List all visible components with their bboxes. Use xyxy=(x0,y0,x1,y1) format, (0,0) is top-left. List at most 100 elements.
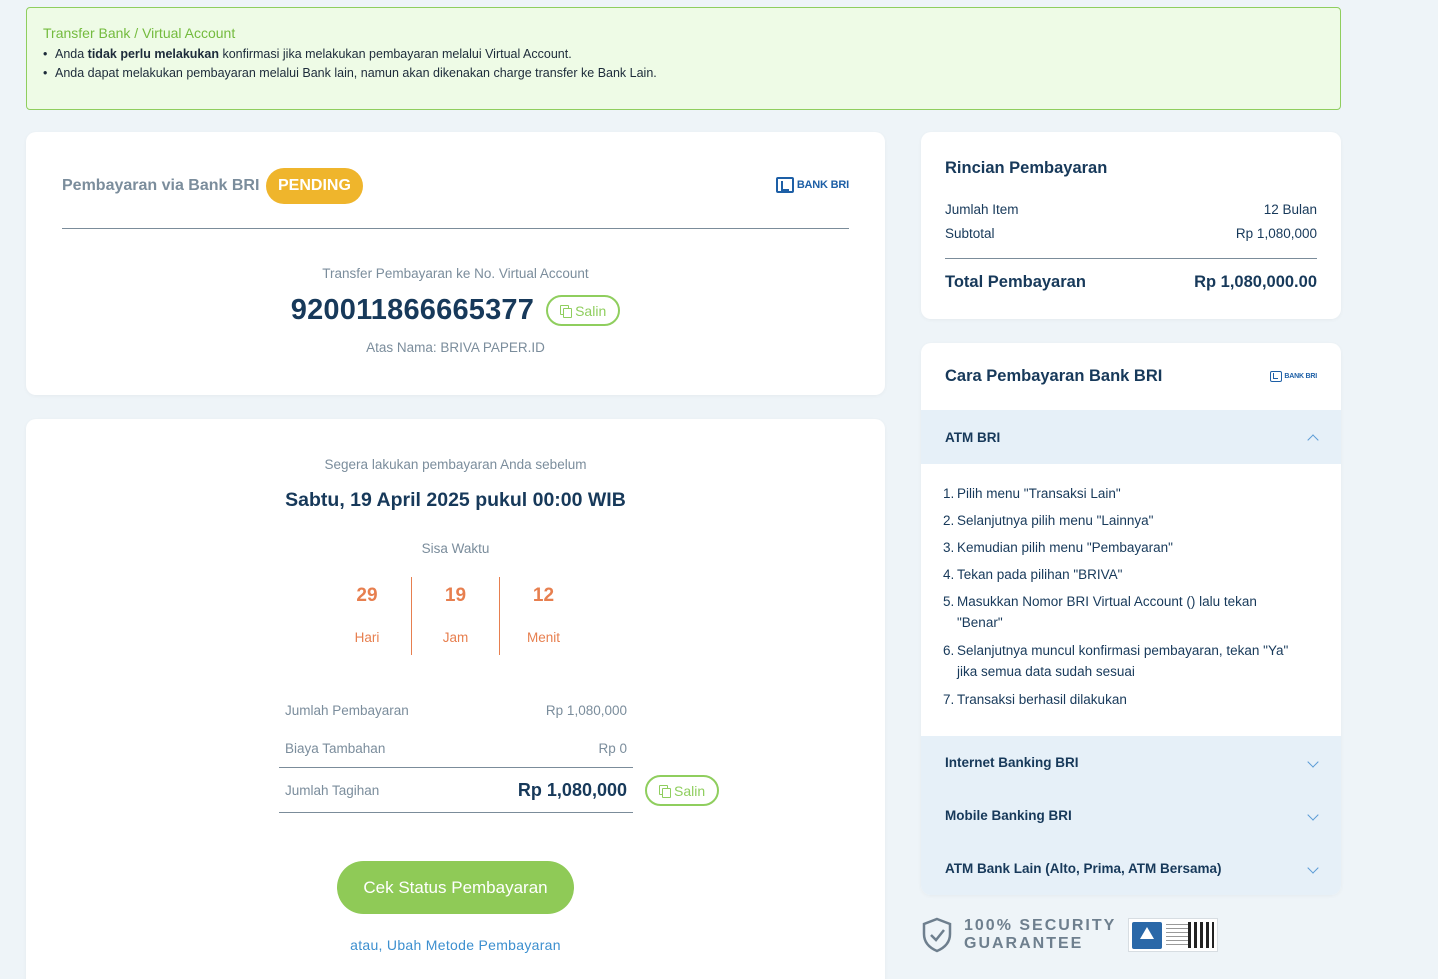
step-text: Pilih menu "Transaksi Lain" xyxy=(957,486,1121,501)
step-text: Masukkan Nomor BRI Virtual Account () la… xyxy=(957,594,1257,630)
countdown-value: 12 xyxy=(532,585,555,606)
countdown-hours: 19 Jam xyxy=(411,577,499,655)
copy-icon xyxy=(560,304,573,318)
copy-va-button[interactable]: Salin xyxy=(546,295,621,326)
atm-steps-list: 1. Pilih menu "Transaksi Lain" 2. Selanjut… xyxy=(943,483,1305,710)
va-number-row: 920011866665377 Salin xyxy=(26,294,885,327)
accordion-label: Mobile Banking BRI xyxy=(945,808,1072,823)
total-label: Total Pembayaran xyxy=(945,273,1086,291)
details-value: Rp 1,080,000 xyxy=(1235,226,1317,241)
divider xyxy=(945,258,1317,259)
payment-method-title: Pembayaran via Bank BRI xyxy=(62,177,260,194)
payment-details-card: Rincian Pembayaran Jumlah Item 12 Bulan … xyxy=(921,132,1341,319)
step-item: 5. Masukkan Nomor BRI Virtual Account () … xyxy=(943,591,1305,633)
summary-row: Jumlah Pembayaran Rp 1,080,000 xyxy=(279,691,633,729)
countdown-unit: Jam xyxy=(442,630,469,645)
step-text: Selanjutnya pilih menu "Lainnya" xyxy=(957,513,1154,528)
certificate-text-graphic xyxy=(1166,924,1191,948)
copy-amount-button[interactable]: Salin xyxy=(645,775,720,806)
security-guarantee: 100% SECURITY GUARANTEE xyxy=(921,917,1219,953)
chevron-down-icon xyxy=(1307,811,1317,821)
details-row: Subtotal Rp 1,080,000 xyxy=(945,226,1317,241)
notice-item: Anda dapat melakukan pembayaran melalui … xyxy=(43,64,1324,83)
countdown-value: 19 xyxy=(444,585,467,606)
va-label: Transfer Pembayaran ke No. Virtual Accou… xyxy=(322,266,589,281)
summary-label: Jumlah Pembayaran xyxy=(285,702,409,718)
summary-label: Biaya Tambahan xyxy=(285,740,386,756)
step-item: 4. Tekan pada pilihan "BRIVA" xyxy=(943,564,1305,585)
copy-icon xyxy=(659,784,671,798)
security-line: GUARANTEE xyxy=(964,935,1084,952)
total-value: Rp 1,080,000.00 xyxy=(1194,273,1317,291)
notice-title: Transfer Bank / Virtual Account xyxy=(43,25,236,41)
deadline-label: Segera lakukan pembayaran Anda sebelum xyxy=(324,457,587,472)
pci-certificate-badge xyxy=(1128,918,1219,952)
notice-bold-text: tidak perlu melakukan xyxy=(87,47,219,61)
qr-code-icon xyxy=(1188,922,1215,948)
bri-logo-icon xyxy=(1270,371,1283,382)
payment-summary-table: Jumlah Pembayaran Rp 1,080,000 Biaya Tam… xyxy=(279,691,633,813)
remaining-time-label: Sisa Waktu xyxy=(421,541,490,556)
bank-bri-logo: BANK BRI xyxy=(1270,371,1317,382)
deadline-card: Segera lakukan pembayaran Anda sebelum S… xyxy=(26,419,885,979)
summary-total-row: Jumlah Tagihan Rp 1,080,000 xyxy=(279,768,633,813)
countdown-minutes: 12 Menit xyxy=(499,577,587,655)
summary-total-amount: Rp 1,080,000 xyxy=(517,779,627,800)
accordion-label: ATM Bank Lain (Alto, Prima, ATM Bersama) xyxy=(945,861,1222,876)
notice-text: Anda dapat melakukan pembayaran melalui … xyxy=(55,66,657,80)
details-label: Subtotal xyxy=(945,226,995,241)
summary-amount: Rp 1,080,000 xyxy=(545,702,627,718)
step-text: Kemudian pilih menu "Pembayaran" xyxy=(957,540,1173,555)
instructions-header: Cara Pembayaran Bank BRI BANK BRI xyxy=(945,367,1317,386)
change-method-link[interactable]: atau, Ubah Metode Pembayaran xyxy=(26,937,885,953)
details-row: Jumlah Item 12 Bulan xyxy=(945,202,1317,217)
accordion-label: ATM BRI xyxy=(945,429,1001,445)
bank-logo-text: BANK BRI xyxy=(796,179,849,191)
status-badge: PENDING xyxy=(266,168,363,204)
notice-text: Anda xyxy=(55,47,88,61)
countdown-unit: Hari xyxy=(354,630,380,645)
details-title: Rincian Pembayaran xyxy=(945,159,1108,177)
details-value: 12 Bulan xyxy=(1263,202,1317,217)
step-text: Transaksi berhasil dilakukan xyxy=(957,692,1127,707)
accordion-mobile-banking[interactable]: Mobile Banking BRI xyxy=(921,789,1341,842)
notice-text: konfirmasi jika melakukan pembayaran mel… xyxy=(218,47,572,61)
copy-label: Salin xyxy=(575,302,607,319)
deadline-date: Sabtu, 19 April 2025 pukul 00:00 WIB xyxy=(285,489,626,511)
countdown-days: 29 Hari xyxy=(323,577,411,655)
chevron-down-icon xyxy=(1307,864,1317,874)
step-item: 2. Selanjutnya pilih menu "Lainnya" xyxy=(943,510,1305,531)
step-item: 3. Kemudian pilih menu "Pembayaran" xyxy=(943,537,1305,558)
security-line: 100% SECURITY xyxy=(964,917,1117,934)
summary-row: Biaya Tambahan Rp 0 xyxy=(279,729,633,768)
notice-list: Anda tidak perlu melakukan konfirmasi ji… xyxy=(43,45,1324,83)
bank-logo-text: BANK BRI xyxy=(1284,373,1317,380)
check-status-button[interactable]: Cek Status Pembayaran xyxy=(337,861,574,914)
accordion-atm-bank-lain[interactable]: ATM Bank Lain (Alto, Prima, ATM Bersama) xyxy=(921,842,1341,895)
payment-instructions-card: Cara Pembayaran Bank BRI BANK BRI ATM BR… xyxy=(921,343,1341,895)
bank-bri-logo: BANK BRI xyxy=(775,177,849,193)
accordion-label: Internet Banking BRI xyxy=(945,755,1079,770)
tuv-logo-icon xyxy=(1132,922,1163,949)
copy-label: Salin xyxy=(674,782,706,799)
step-item: 1. Pilih menu "Transaksi Lain" xyxy=(943,483,1305,504)
chevron-down-icon xyxy=(1307,758,1317,768)
accordion-internet-banking[interactable]: Internet Banking BRI xyxy=(921,736,1341,789)
instructions-title: Cara Pembayaran Bank BRI xyxy=(945,367,1163,385)
notice-item: Anda tidak perlu melakukan konfirmasi ji… xyxy=(43,45,1324,64)
va-card-header: Pembayaran via Bank BRI PENDING BANK BRI xyxy=(62,168,849,229)
accordion-atm-bri[interactable]: ATM BRI xyxy=(921,410,1341,464)
countdown-value: 29 xyxy=(356,585,378,606)
chevron-up-icon xyxy=(1307,432,1317,442)
step-item: 7. Transaksi berhasil dilakukan xyxy=(943,689,1305,710)
step-item: 6. Selanjutnya muncul konfirmasi pembayar… xyxy=(943,640,1305,682)
summary-amount: Rp 0 xyxy=(598,740,627,756)
step-text: Tekan pada pilihan "BRIVA" xyxy=(957,567,1123,582)
bri-logo-icon xyxy=(775,177,794,193)
va-number: 920011866665377 xyxy=(290,294,535,326)
countdown-unit: Menit xyxy=(526,630,560,645)
countdown-timer: 29 Hari 19 Jam 12 Menit xyxy=(323,577,587,655)
va-owner-name: Atas Nama: BRIVA PAPER.ID xyxy=(366,340,545,355)
details-label: Jumlah Item xyxy=(945,202,1019,217)
security-text: 100% SECURITY GUARANTEE xyxy=(964,917,1116,953)
